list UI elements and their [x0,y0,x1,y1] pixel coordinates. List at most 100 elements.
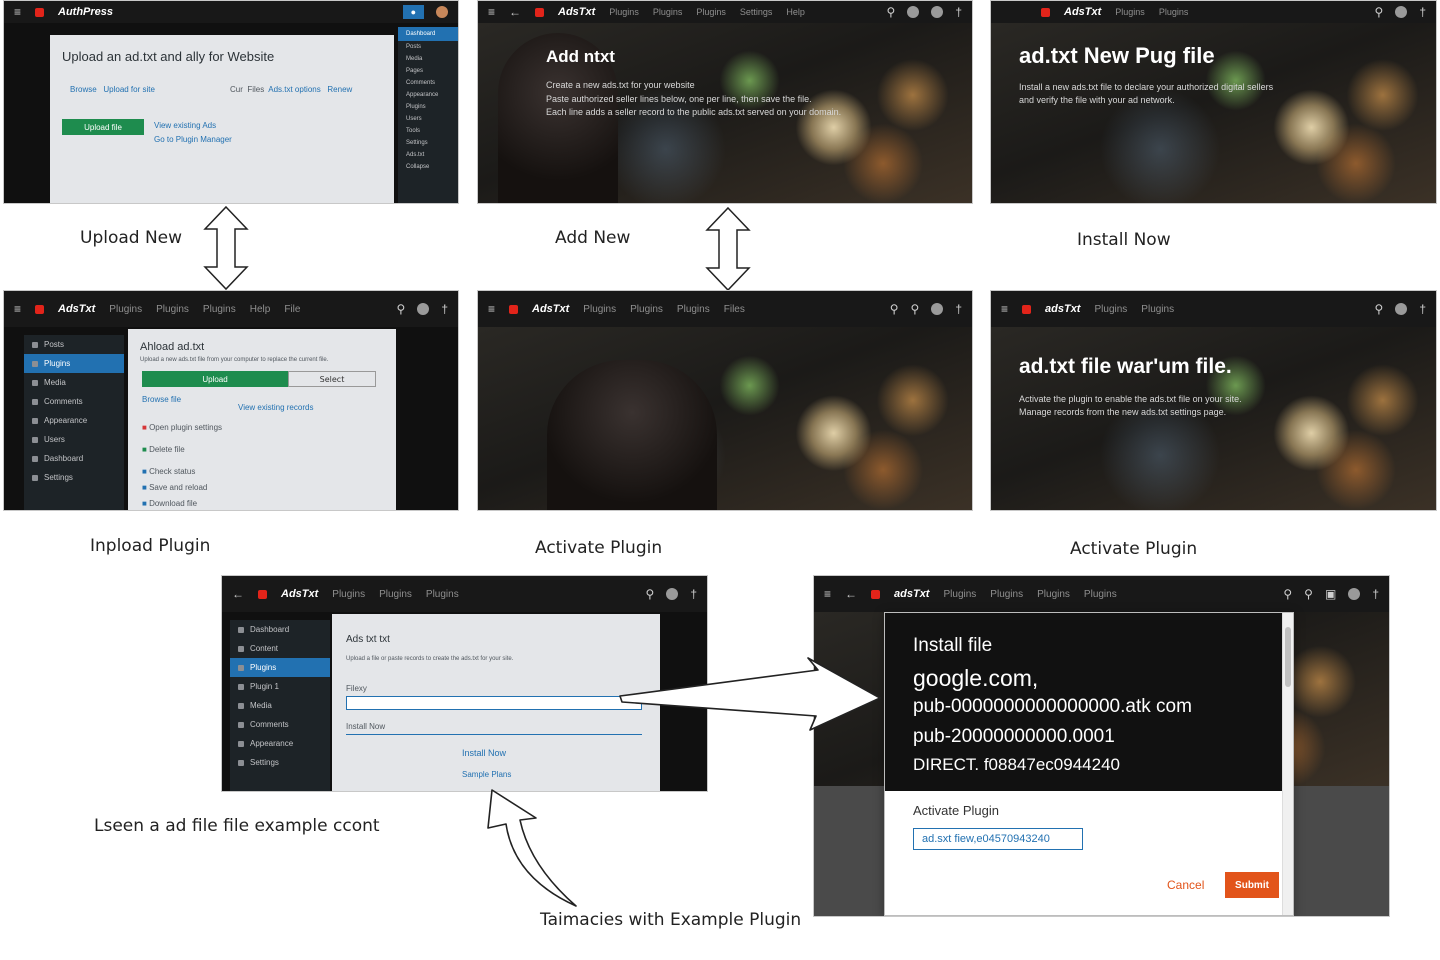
menu-icon[interactable]: ≡ [1001,302,1008,316]
pin-icon[interactable]: † [1419,302,1426,316]
nav-item-3[interactable]: Plugins [677,304,710,315]
account-button[interactable]: ● [402,5,424,19]
sidebar-item-comments[interactable]: Comments [398,77,458,89]
cancel-button[interactable]: Cancel [1167,878,1204,892]
pin-icon[interactable]: † [955,5,962,19]
sidebar-item-comments[interactable]: Comments [24,392,124,411]
sidebar-item-plugins[interactable]: Plugins [24,354,124,373]
tab-select[interactable]: Select [288,371,376,387]
sample-plans-link[interactable]: Sample Plans [462,770,511,779]
search-icon[interactable]: ⚲ [890,302,899,316]
nav-item-4[interactable]: Files [724,304,745,315]
nav-item-1[interactable]: Plugins [609,7,639,17]
search-icon[interactable]: ⚲ [1375,302,1384,316]
scrollbar-thumb[interactable] [1285,627,1291,687]
help-icon[interactable] [1395,303,1408,315]
info-icon[interactable] [907,6,920,18]
nav-item-1[interactable]: Plugins [1094,304,1127,315]
search-icon[interactable]: ⚲ [646,587,655,601]
sidebar-item-media[interactable]: Media [24,373,124,392]
nav-item-4[interactable]: Plugins [1084,589,1117,600]
nav-item-5[interactable]: Help [786,7,805,17]
help-icon[interactable] [931,303,944,315]
sidebar-item-tools[interactable]: Tools [398,125,458,137]
sidebar-item-settings[interactable]: Settings [398,137,458,149]
sidebar-item-settings[interactable]: Settings [24,468,124,487]
sidebar-item-media[interactable]: Media [398,53,458,65]
avatar[interactable] [436,6,448,18]
sidebar-item-appearance[interactable]: Appearance [398,89,458,101]
clipboard-icon[interactable]: ▣ [1325,587,1336,601]
nav-item-3[interactable]: Plugins [1037,589,1070,600]
nav-item-2[interactable]: Plugins [1159,7,1189,17]
pin-icon[interactable]: † [1372,587,1379,601]
nav-item-4[interactable]: Help [250,304,271,315]
nav-item-3[interactable]: Plugins [696,7,726,17]
nav-item-1[interactable]: Plugins [332,589,365,600]
sidebar-item-appearance[interactable]: Appearance [230,734,330,753]
view-existing-link[interactable]: View existing Ads [154,121,216,130]
search-icon[interactable]: ⚲ [397,302,406,316]
nav-item-2[interactable]: Plugins [653,7,683,17]
help-icon[interactable] [931,6,944,18]
sidebar-item-plugin-1[interactable]: Plugin 1 [230,677,330,696]
back-arrow-icon[interactable]: ← [845,587,857,601]
file-path-input[interactable]: ad.sxt fiew,e04570943240 [913,828,1083,850]
sidebar-item-plugins[interactable]: Plugins [398,101,458,113]
sidebar-item-users[interactable]: Users [398,113,458,125]
nav-item-2[interactable]: Plugins [990,589,1023,600]
install-now-link[interactable]: Install Now [462,748,506,758]
back-arrow-icon[interactable]: ← [232,587,244,601]
help-icon[interactable] [1348,588,1361,600]
open-settings-link[interactable]: Open plugin settings [149,423,222,432]
options-link[interactable]: Ads.txt options [268,85,320,94]
delete-file-link[interactable]: Delete file [149,445,185,454]
upload-for-site-link[interactable]: Upload for site [103,85,155,94]
download-file-link[interactable]: Download file [149,499,197,508]
browse-file-link[interactable]: Browse file [142,395,181,404]
nav-item-1[interactable]: Plugins [943,589,976,600]
sidebar-item-plugins[interactable]: Plugins [230,658,330,677]
sidebar-item-dashboard[interactable]: Dashboard [230,620,330,639]
help-icon[interactable] [1395,6,1408,18]
sidebar-item-appearance[interactable]: Appearance [24,411,124,430]
nav-item-1[interactable]: Plugins [583,304,616,315]
sidebar-item-pages[interactable]: Pages [398,65,458,77]
back-arrow-icon[interactable]: ← [509,5,521,19]
pin-icon[interactable]: † [955,302,962,316]
nav-item-4[interactable]: Settings [740,7,773,17]
browse-link[interactable]: Browse [70,85,97,94]
upload-file-button[interactable]: Upload file [62,119,144,135]
menu-icon[interactable]: ≡ [488,5,495,19]
search-icon[interactable]: ⚲ [1283,587,1292,601]
menu-icon[interactable]: ≡ [14,302,21,316]
nav-item-3[interactable]: Plugins [203,304,236,315]
sidebar-item-users[interactable]: Users [24,430,124,449]
tab-upload[interactable]: Upload [142,371,288,387]
sidebar-item-collapse[interactable]: Collapse [398,161,458,173]
zoom-icon[interactable]: ⚲ [1304,587,1313,601]
pin-icon[interactable]: † [690,587,697,601]
sidebar-item-content[interactable]: Content [230,639,330,658]
nav-item-2[interactable]: Plugins [156,304,189,315]
search-icon[interactable]: ⚲ [887,5,896,19]
menu-icon[interactable]: ≡ [824,587,831,601]
nav-item-2[interactable]: Plugins [630,304,663,315]
nav-item-5[interactable]: File [284,304,300,315]
submit-button[interactable]: Submit [1225,872,1279,898]
sidebar-item-comments[interactable]: Comments [230,715,330,734]
sidebar-item-media[interactable]: Media [230,696,330,715]
sidebar-item-dashboard[interactable]: Dashboard [24,449,124,468]
sidebar-item-settings[interactable]: Settings [230,753,330,772]
save-reload-link[interactable]: Save and reload [149,483,207,492]
sidebar-item-posts[interactable]: Posts [24,335,124,354]
nav-item-3[interactable]: Plugins [426,589,459,600]
plugin-manager-link[interactable]: Go to Plugin Manager [154,135,232,144]
file-input[interactable] [346,696,642,710]
sidebar-item-adstxt[interactable]: Ads.txt [398,149,458,161]
dialog-scrollbar[interactable] [1282,613,1293,915]
pin-icon[interactable]: † [1419,5,1426,19]
sidebar-item-dashboard[interactable]: Dashboard [398,27,458,41]
nav-item-1[interactable]: Plugins [1115,7,1145,17]
sidebar-item-posts[interactable]: Posts [398,41,458,53]
